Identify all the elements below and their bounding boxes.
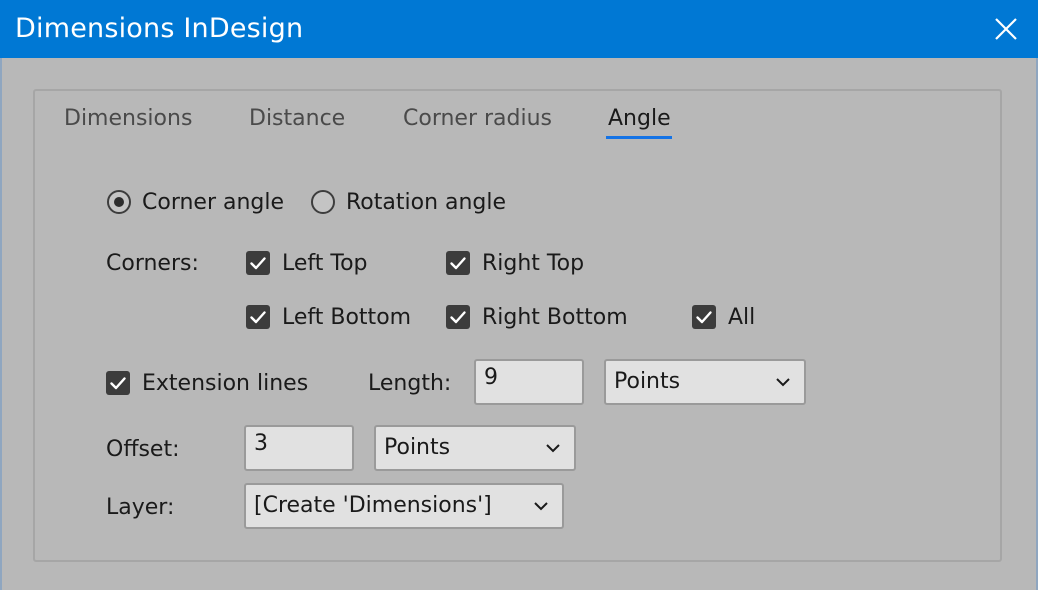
tab-corner-radius[interactable]: Corner radius <box>403 103 552 135</box>
offset-unit-value: Points <box>384 435 451 460</box>
length-unit-select[interactable]: Points <box>604 359 806 405</box>
offset-label: Offset: <box>106 437 180 462</box>
left-bottom-checkbox[interactable] <box>246 305 270 329</box>
window-frame-left <box>0 58 2 590</box>
tab-angle[interactable]: Angle <box>608 103 671 135</box>
chevron-down-icon <box>546 444 560 453</box>
corner-angle-label[interactable]: Corner angle <box>142 188 284 218</box>
corners-label: Corners: <box>106 251 199 276</box>
length-input[interactable] <box>474 359 584 405</box>
extension-lines-label[interactable]: Extension lines <box>142 369 308 399</box>
checkmark-icon <box>450 257 466 270</box>
right-top-checkbox[interactable] <box>446 251 470 275</box>
window-title: Dimensions InDesign <box>15 13 304 44</box>
tab-distance[interactable]: Distance <box>249 103 345 135</box>
left-bottom-label[interactable]: Left Bottom <box>282 303 411 333</box>
layer-select[interactable]: [Create 'Dimensions'] <box>244 483 564 529</box>
offset-input[interactable] <box>244 425 354 471</box>
layer-value: [Create 'Dimensions'] <box>254 493 492 518</box>
title-bar: Dimensions InDesign <box>0 0 1038 58</box>
checkmark-icon <box>696 311 712 324</box>
all-corners-checkbox[interactable] <box>692 305 716 329</box>
chevron-down-icon <box>776 378 790 387</box>
extension-lines-checkbox[interactable] <box>106 371 130 395</box>
close-icon <box>995 18 1017 40</box>
all-corners-label[interactable]: All <box>728 303 755 333</box>
rotation-angle-label[interactable]: Rotation angle <box>346 188 506 218</box>
checkmark-icon <box>110 377 126 390</box>
checkmark-icon <box>450 311 466 324</box>
checkmark-icon <box>250 311 266 324</box>
left-top-label[interactable]: Left Top <box>282 249 368 279</box>
length-label: Length: <box>368 371 452 396</box>
active-tab-indicator <box>606 136 672 139</box>
chevron-down-icon <box>534 502 548 511</box>
corner-angle-radio[interactable] <box>107 190 131 214</box>
length-unit-value: Points <box>614 369 681 394</box>
layer-label: Layer: <box>106 495 175 520</box>
left-top-checkbox[interactable] <box>246 251 270 275</box>
tab-dimensions[interactable]: Dimensions <box>64 103 192 135</box>
right-bottom-label[interactable]: Right Bottom <box>482 303 628 333</box>
close-button[interactable] <box>974 0 1038 58</box>
right-top-label[interactable]: Right Top <box>482 249 584 279</box>
rotation-angle-radio[interactable] <box>311 190 335 214</box>
offset-unit-select[interactable]: Points <box>374 425 576 471</box>
checkmark-icon <box>250 257 266 270</box>
right-bottom-checkbox[interactable] <box>446 305 470 329</box>
